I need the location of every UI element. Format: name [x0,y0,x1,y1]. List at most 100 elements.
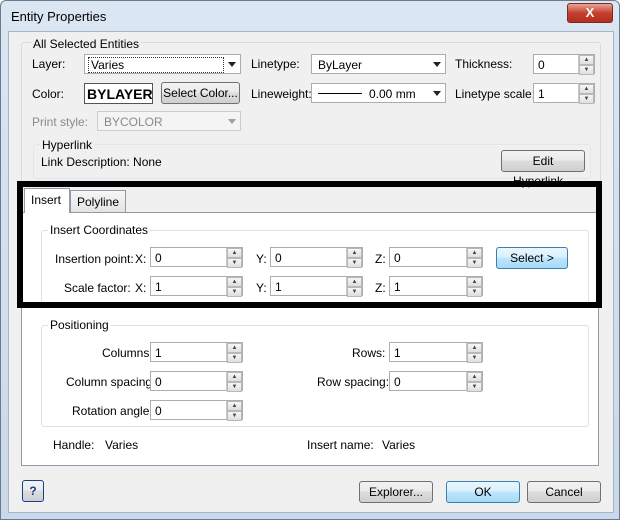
columns-spinner[interactable]: ▲ ▼ [226,343,242,363]
spin-up-icon[interactable]: ▲ [467,277,482,287]
insertion-y-spinner[interactable]: ▲ ▼ [346,248,362,268]
layer-combo[interactable]: Varies [84,54,241,74]
insertion-z-field[interactable]: 0 ▲ ▼ [389,247,483,268]
spin-down-icon[interactable]: ▼ [579,65,594,75]
row-spacing-field[interactable]: 0 ▲ ▼ [389,371,483,392]
insertion-z-spinner[interactable]: ▲ ▼ [466,248,482,268]
scale-x-spinner[interactable]: ▲ ▼ [226,277,242,297]
column-spacing-value: 0 [155,375,162,389]
columns-field[interactable]: 1 ▲ ▼ [150,342,243,363]
chevron-down-icon [228,119,236,124]
scale-y-label: Y: [256,281,267,295]
rows-label: Rows: [352,346,386,360]
insertion-x-spinner[interactable]: ▲ ▼ [226,248,242,268]
spin-down-icon[interactable]: ▼ [579,94,594,104]
chevron-down-icon[interactable] [433,62,441,67]
spin-down-icon[interactable]: ▼ [227,353,242,363]
spin-up-icon[interactable]: ▲ [467,343,482,353]
insertion-x-field[interactable]: 0 ▲ ▼ [150,247,243,268]
spin-down-icon[interactable]: ▼ [467,382,482,392]
chevron-down-icon[interactable] [433,91,441,96]
scale-z-spinner[interactable]: ▲ ▼ [466,277,482,297]
print-style-value: BYCOLOR [104,115,163,129]
row-spacing-value: 0 [394,375,401,389]
spin-down-icon[interactable]: ▼ [227,258,242,268]
column-spacing-field[interactable]: 0 ▲ ▼ [150,371,243,392]
linetype-scale-field[interactable]: 1 ▲ ▼ [533,83,595,104]
edit-hyperlink-button[interactable]: Edit Hyperlink... [501,150,585,188]
lineweight-sample-line [318,93,362,94]
color-value: BYLAYER [87,86,153,102]
spin-up-icon[interactable]: ▲ [227,343,242,353]
select-color-button[interactable]: Select Color... [161,82,240,104]
spin-down-icon[interactable]: ▼ [347,258,362,268]
scale-factor-label: Scale factor: [64,281,131,295]
scale-x-label: X: [135,281,147,295]
layer-value: Varies [91,58,125,72]
thickness-spinner[interactable]: ▲ ▼ [578,55,594,75]
tab-insert[interactable]: Insert [24,188,70,213]
lineweight-combo[interactable]: 0.00 mm [311,83,446,103]
column-spacing-spinner[interactable]: ▲ ▼ [226,372,242,392]
thickness-field[interactable]: 0 ▲ ▼ [533,54,595,75]
print-style-label: Print style: [32,115,89,129]
chevron-down-icon[interactable] [228,62,236,67]
tab-polyline[interactable]: Polyline [70,190,126,212]
row-spacing-label: Row spacing: [317,375,390,389]
close-button[interactable]: X [567,3,613,23]
rotation-angle-value: 0 [155,404,162,418]
explorer-button[interactable]: Explorer... [359,481,433,503]
entity-properties-dialog: Entity Properties X All Selected Entitie… [0,0,620,520]
scale-z-label: Z: [375,281,386,295]
spin-down-icon[interactable]: ▼ [467,258,482,268]
select-point-button[interactable]: Select > [496,247,568,269]
link-description: Link Description: None [41,155,162,169]
lineweight-value: 0.00 mm [369,87,416,101]
spin-up-icon[interactable]: ▲ [227,401,242,411]
linetype-scale-label: Linetype scale: [455,87,536,101]
spin-up-icon[interactable]: ▲ [227,372,242,382]
ok-button[interactable]: OK [446,481,520,503]
insertion-z-label: Z: [375,252,386,266]
rows-value: 1 [394,346,401,360]
spin-up-icon[interactable]: ▲ [579,55,594,65]
linetype-label: Linetype: [251,57,300,71]
insertion-z-value: 0 [394,251,401,265]
linetype-combo[interactable]: ByLayer [311,54,446,74]
color-swatch: BYLAYER [84,83,153,104]
rows-spinner[interactable]: ▲ ▼ [466,343,482,363]
columns-value: 1 [155,346,162,360]
spin-up-icon[interactable]: ▲ [467,372,482,382]
spin-up-icon[interactable]: ▲ [227,248,242,258]
thickness-label: Thickness: [455,57,513,71]
scale-z-field[interactable]: 1 ▲ ▼ [389,276,483,297]
spin-down-icon[interactable]: ▼ [227,382,242,392]
rows-field[interactable]: 1 ▲ ▼ [389,342,483,363]
spin-down-icon[interactable]: ▼ [467,287,482,297]
spin-down-icon[interactable]: ▼ [227,287,242,297]
linetype-scale-spinner[interactable]: ▲ ▼ [578,84,594,104]
hyperlink-label: Hyperlink [40,138,95,152]
spin-up-icon[interactable]: ▲ [579,84,594,94]
scale-y-spinner[interactable]: ▲ ▼ [346,277,362,297]
spin-down-icon[interactable]: ▼ [227,411,242,421]
lineweight-label: Lineweight: [251,87,312,101]
scale-z-value: 1 [394,280,401,294]
spin-down-icon[interactable]: ▼ [467,353,482,363]
spin-down-icon[interactable]: ▼ [347,287,362,297]
insert-name-value: Varies [382,438,416,452]
spin-up-icon[interactable]: ▲ [467,248,482,258]
help-icon[interactable]: ? [22,480,44,502]
spin-up-icon[interactable]: ▲ [347,248,362,258]
row-spacing-spinner[interactable]: ▲ ▼ [466,372,482,392]
insertion-y-field[interactable]: 0 ▲ ▼ [270,247,363,268]
spin-up-icon[interactable]: ▲ [347,277,362,287]
rotation-angle-label: Rotation angle: [72,404,153,418]
scale-x-field[interactable]: 1 ▲ ▼ [150,276,243,297]
scale-y-field[interactable]: 1 ▲ ▼ [270,276,363,297]
spin-up-icon[interactable]: ▲ [227,277,242,287]
cancel-button[interactable]: Cancel [527,481,601,503]
rotation-angle-spinner[interactable]: ▲ ▼ [226,401,242,421]
title-bar[interactable]: Entity Properties X [1,1,619,31]
rotation-angle-field[interactable]: 0 ▲ ▼ [150,400,243,421]
